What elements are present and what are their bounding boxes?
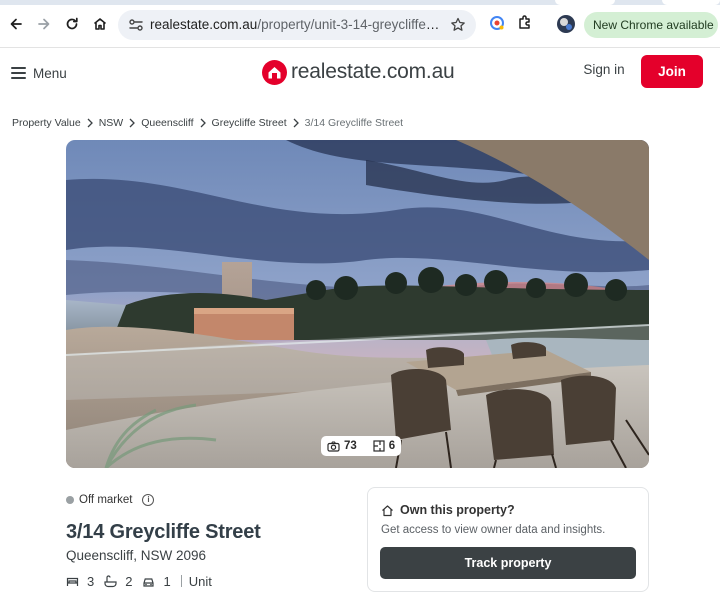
breadcrumb-item[interactable]: NSW <box>99 117 124 129</box>
bath-icon <box>104 574 117 587</box>
track-property-button[interactable]: Track property <box>380 547 636 579</box>
menu-label: Menu <box>33 65 67 81</box>
property-features: 3 2 1 Unit <box>66 573 212 589</box>
chevron-right-icon <box>83 118 97 128</box>
join-button[interactable]: Join <box>641 55 703 88</box>
chevron-right-icon <box>196 118 210 128</box>
profile-avatar-icon[interactable] <box>556 14 576 34</box>
google-lens-icon[interactable] <box>488 14 508 34</box>
floorplan-count: 6 <box>388 440 396 452</box>
market-status: Off market i <box>66 494 155 506</box>
breadcrumb-item[interactable]: Greycliffe Street <box>212 117 287 129</box>
info-icon[interactable]: i <box>142 494 155 506</box>
car-icon <box>143 577 155 587</box>
market-status-label: Off market <box>79 494 133 506</box>
url-host: realestate.com.au <box>150 17 258 32</box>
site-logo[interactable]: realestate.com.au <box>262 58 455 86</box>
url-path: /property/unit-3-14-greycliffe-st-queens… <box>257 17 440 32</box>
breadcrumb-item[interactable]: Property Value <box>12 117 81 129</box>
logo-text: realestate.com.au <box>291 60 455 83</box>
chevron-right-icon <box>125 118 139 128</box>
bathroom-count: 2 <box>125 573 133 589</box>
property-title: 3/14 Greycliffe Street <box>66 521 261 543</box>
signin-link[interactable]: Sign in <box>580 62 628 77</box>
house-logo-icon <box>262 59 287 85</box>
chevron-right-icon <box>289 118 303 128</box>
site-settings-icon[interactable] <box>128 18 144 32</box>
breadcrumb-current: 3/14 Greycliffe Street <box>304 117 404 129</box>
breadcrumb: Property Value NSW Queenscliff Greycliff… <box>12 115 403 131</box>
media-count-badge[interactable]: 73 6 <box>321 436 402 456</box>
tab-edge <box>662 0 720 5</box>
breadcrumb-item[interactable]: Queenscliff <box>141 117 193 129</box>
bedroom-count: 3 <box>87 573 95 589</box>
site-header: Menu realestate.com.au Sign in Join <box>0 48 720 98</box>
chrome-update-button[interactable]: New Chrome available <box>584 12 718 38</box>
divider <box>180 575 182 587</box>
photo-count: 73 <box>344 440 357 452</box>
own-card-title: Own this property? <box>400 503 515 517</box>
tab-strip <box>0 0 720 5</box>
address-bar[interactable]: realestate.com.au/property/unit-3-14-gre… <box>118 10 476 40</box>
bed-icon <box>66 577 79 586</box>
hamburger-icon <box>11 67 26 79</box>
own-card-description: Get access to view owner data and insigh… <box>381 524 606 536</box>
home-icon[interactable] <box>90 14 110 34</box>
own-card-heading: Own this property? <box>381 503 515 517</box>
extensions-icon[interactable] <box>516 14 536 34</box>
property-type: Unit <box>188 573 212 589</box>
parking-count: 1 <box>163 573 171 589</box>
property-suburb: Queenscliff, NSW 2096 <box>66 548 207 563</box>
own-property-card: Own this property? Get access to view ow… <box>367 487 649 592</box>
back-icon[interactable] <box>6 14 26 34</box>
camera-icon <box>327 440 340 452</box>
browser-toolbar: realestate.com.au/property/unit-3-14-gre… <box>0 0 720 48</box>
house-icon <box>382 504 393 516</box>
menu-button[interactable]: Menu <box>11 62 67 84</box>
status-dot <box>66 496 74 504</box>
url-text[interactable]: realestate.com.au/property/unit-3-14-gre… <box>150 17 440 32</box>
bookmark-star-icon[interactable] <box>449 16 467 34</box>
property-hero-photo[interactable] <box>66 140 649 468</box>
tab-edge <box>555 0 615 5</box>
reload-icon[interactable] <box>62 14 82 34</box>
floorplan-icon <box>373 440 385 452</box>
forward-icon[interactable] <box>34 14 54 34</box>
